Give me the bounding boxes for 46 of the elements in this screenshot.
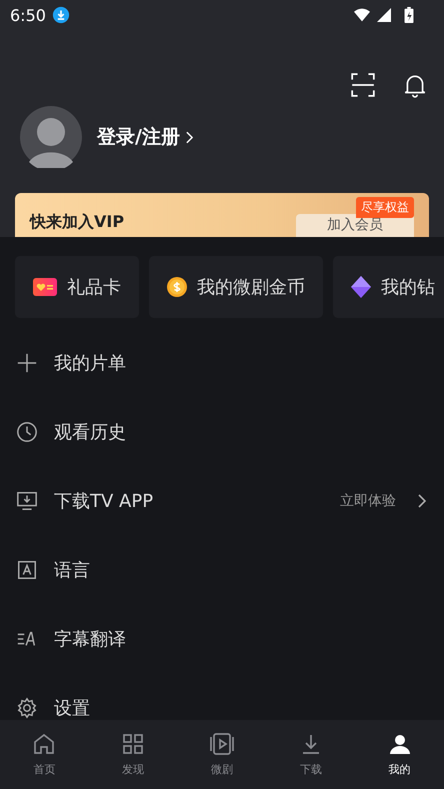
menu-label: 观看历史 <box>54 420 127 444</box>
menu-label: 设置 <box>54 696 91 720</box>
download-icon <box>52 6 70 24</box>
wallet-card[interactable]: 我的钻 <box>333 256 444 318</box>
login-link[interactable]: 登录/注册 <box>97 124 193 150</box>
grid-icon <box>121 732 146 756</box>
video-icon <box>210 732 234 756</box>
chevron-icon <box>186 130 193 144</box>
menu-item[interactable]: 观看历史 <box>0 397 444 466</box>
chevron-icon <box>418 494 426 508</box>
menu-item[interactable]: 我的片单 <box>0 328 444 397</box>
wallet-card[interactable]: 我的微剧金币 <box>149 256 323 318</box>
letter-a-icon <box>16 558 38 580</box>
tv-download-icon <box>16 490 38 512</box>
menu-item[interactable]: 设置 <box>0 673 444 720</box>
wallet-card[interactable]: 礼品卡 <box>15 256 139 318</box>
nav-tab[interactable]: 下载 <box>266 720 356 789</box>
settings-icon <box>16 696 38 718</box>
menu-item[interactable]: 下载TV APP 立即体验 <box>0 466 444 535</box>
diamond-icon <box>351 276 371 298</box>
home-icon <box>32 732 56 756</box>
vip-title: 快来加入VIP <box>30 212 126 232</box>
nav-tab[interactable]: 发现 <box>88 720 178 789</box>
menu-label: 字幕翻译 <box>54 628 127 650</box>
nav-tab[interactable]: 我的 <box>355 720 444 789</box>
menu-label: 我的片单 <box>54 352 127 374</box>
menu-label: 语言 <box>54 558 91 582</box>
signal-icon <box>376 8 392 22</box>
nav-tab[interactable]: 首页 <box>0 720 89 789</box>
gift-card-icon <box>33 278 57 296</box>
clock-icon <box>16 420 38 442</box>
coin-icon <box>167 277 187 297</box>
nav-tab[interactable]: 微剧 <box>178 720 266 789</box>
battery-icon <box>404 7 414 23</box>
plus-icon <box>16 352 38 374</box>
benefits-badge: 尽享权益 <box>356 197 414 218</box>
status-time: 6:50 <box>10 6 46 24</box>
menu-item[interactable]: 字幕翻译 <box>0 604 444 673</box>
person-icon <box>388 732 412 756</box>
menu-label: 下载TV APP <box>54 490 154 512</box>
join-button[interactable]: 加入会员 <box>296 214 414 237</box>
wifi-icon <box>354 8 370 22</box>
avatar[interactable] <box>20 106 82 168</box>
scan-icon[interactable] <box>350 72 376 98</box>
menu-item[interactable]: 语言 <box>0 535 444 604</box>
menu-hint: 立即体验 <box>340 492 396 510</box>
